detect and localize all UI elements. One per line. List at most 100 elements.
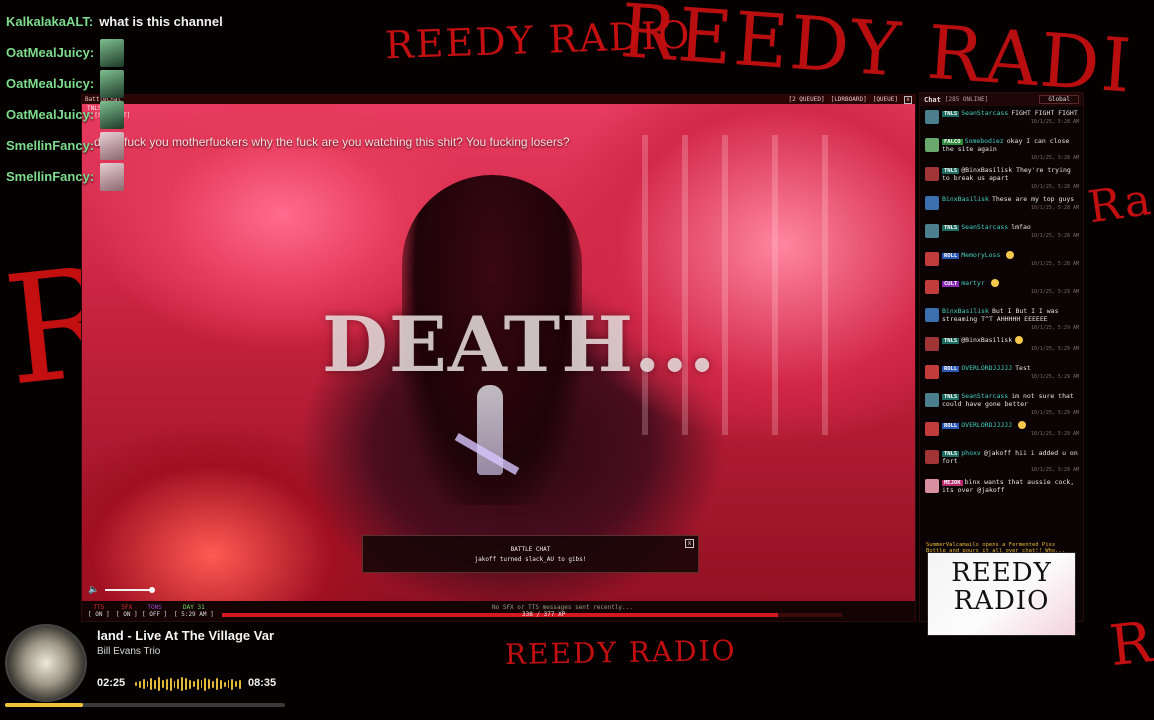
overlay-chat-user: OatMealJuicy:	[6, 76, 95, 91]
chat-message: BinxBasilisk But I But I I was streaming …	[920, 304, 1083, 333]
day-indicator: DAY 31 [ 5:29 AM ]	[174, 604, 214, 618]
chat-username[interactable]: OVERLORDJJJJJ	[961, 364, 1012, 372]
chat-username[interactable]: martyr	[961, 279, 984, 287]
volume-knob[interactable]	[149, 587, 156, 593]
overlay-chat: KalkalakaALT: what is this channel OatMeal…	[6, 6, 306, 192]
user-badge: ROLL	[942, 366, 960, 372]
waveform-bar	[200, 680, 203, 688]
avatar[interactable]	[925, 138, 939, 152]
tons-state: [ OFF ]	[142, 611, 168, 618]
avatar[interactable]	[925, 110, 939, 124]
queue-button[interactable]: [QUEUE]	[873, 96, 898, 103]
chat-message: TNLS SeanStarcass im not sure that could h…	[920, 389, 1083, 418]
waveform-bar	[135, 682, 137, 686]
overlay-chat-message: what is this channel	[99, 14, 223, 29]
chat-timestamp: 10/1/25, 5:29 AM	[1030, 467, 1079, 473]
channel-select[interactable]: Global	[1039, 95, 1079, 104]
user-badge: ROLL	[942, 423, 960, 429]
chat-timestamp: 10/1/25, 5:29 AM	[1030, 325, 1079, 331]
avatar[interactable]	[925, 280, 939, 294]
overlay-chat-row: OatMealJuicy:	[6, 68, 306, 99]
chat-header: Chat [285 ONLINE] Global	[920, 93, 1083, 106]
current-time: 02:25	[97, 677, 126, 689]
avatar[interactable]	[925, 252, 939, 266]
avatar[interactable]	[925, 308, 939, 322]
sfx-label: SFX	[121, 604, 133, 611]
chat-message: ROLL OVERLORDJJJJJ Test 10/1/25, 5:29 AM	[920, 361, 1083, 389]
chat-timestamp: 10/1/25, 5:29 AM	[1030, 289, 1079, 295]
chat-username[interactable]: SeanStarcass	[961, 223, 1008, 231]
avatar[interactable]	[925, 167, 939, 181]
chat-message: TNLS @BinxBasilisk They're trying to brea…	[920, 163, 1083, 192]
volume-control[interactable]: 🔈	[88, 585, 156, 595]
chat-message: ROLL MemoryLoss 10/1/25, 5:28 AM	[920, 248, 1083, 276]
emote-icon	[100, 100, 125, 129]
close-icon[interactable]: x	[904, 95, 912, 104]
avatar[interactable]	[925, 479, 939, 493]
reedy-radio-logo: REEDY RADIO	[927, 552, 1076, 636]
track-progress-bar[interactable]	[5, 703, 285, 707]
logo-line: RADIO	[953, 586, 1050, 616]
chat-username[interactable]: phoxv	[961, 449, 981, 457]
waveform-bar	[154, 679, 157, 689]
sfx-toggle[interactable]: SFX [ ON ]	[116, 604, 138, 618]
chat-username[interactable]: SeanStarcass	[961, 109, 1008, 117]
waveform-bar	[212, 680, 215, 688]
tts-toggle[interactable]: TTS [ ON ]	[88, 604, 110, 618]
waveform-bar	[158, 677, 161, 691]
emoji-icon	[1015, 336, 1024, 344]
waveform-bar	[216, 678, 218, 690]
waveform-bar	[192, 681, 195, 687]
sfx-state: [ ON ]	[116, 611, 138, 618]
chat-username[interactable]: SeanStarcass	[961, 392, 1008, 400]
chat-timestamp: 10/1/25, 5:28 AM	[1030, 205, 1079, 211]
waveform-bar	[231, 678, 234, 690]
toast-close-icon[interactable]: x	[685, 539, 694, 548]
curtain-stripe	[772, 135, 778, 435]
tons-toggle[interactable]: TONS [ OFF ]	[142, 604, 167, 618]
chat-username[interactable]: BinxBasilisk	[942, 307, 989, 315]
battle-chat-toast: BATTLE CHAT jakoff turned slack_AU to gi…	[362, 535, 699, 573]
chat-message: TNLS @BinxBasilisk 10/1/25, 5:29 AM	[920, 333, 1083, 361]
chat-timestamp: 10/1/25, 5:29 AM	[1030, 374, 1079, 380]
now-playing-widget: land - Live At The Village Var Bill Evan…	[0, 620, 285, 720]
leaderboard-button[interactable]: [LDRBOARD]	[831, 96, 867, 103]
waveform-bar	[185, 678, 188, 690]
avatar[interactable]	[925, 422, 939, 436]
chat-message: FALCO Somebodiez okay I can close the site…	[920, 134, 1083, 163]
tts-state: [ ON ]	[88, 611, 110, 618]
overlay-chat-user: KalkalakaALT:	[6, 14, 94, 29]
chat-message-list[interactable]: TNLS SeanStarcass FIGHT FIGHT FIGHT 10/1/25…	[920, 106, 1083, 503]
chat-text: @BinxBasilisk	[961, 336, 1013, 344]
speaker-icon[interactable]: 🔈	[88, 585, 99, 595]
waveform-bar	[189, 679, 191, 689]
avatar[interactable]	[925, 337, 939, 351]
waveform-bar	[138, 680, 141, 688]
chat-username[interactable]: BinxBasilisk	[942, 195, 989, 203]
overlay-chat-row: SmellinFancy:	[6, 130, 306, 161]
avatar[interactable]	[925, 450, 939, 464]
overlay-chat-user: SmellinFancy:	[6, 169, 95, 184]
avatar[interactable]	[925, 393, 939, 407]
day-label: DAY 31	[183, 604, 205, 611]
chat-timestamp: 10/1/25, 5:29 AM	[1030, 346, 1079, 352]
chat-text: @BinxBasilisk They're trying to break us…	[942, 166, 1071, 182]
avatar[interactable]	[925, 224, 939, 238]
overlay-chat-row: SmellinFancy:	[6, 161, 306, 192]
volume-slider[interactable]	[105, 587, 156, 593]
chat-username[interactable]: OVERLORDJJJJJ	[961, 421, 1012, 429]
emote-icon	[100, 38, 125, 67]
chat-username[interactable]: Somebodiez	[965, 137, 1004, 145]
chat-text: lmfao	[1011, 223, 1031, 231]
bg-scrawl-reedy-radio-bottom: REEDY RADIO	[504, 633, 737, 672]
track-title: land - Live At The Village Var	[97, 628, 274, 643]
total-time: 08:35	[248, 677, 277, 689]
chat-text: FIGHT FIGHT FIGHT	[1011, 109, 1078, 117]
chat-username[interactable]: MemoryLoss	[961, 251, 1000, 259]
emote-icon	[100, 131, 125, 160]
avatar[interactable]	[925, 365, 939, 379]
avatar[interactable]	[925, 196, 939, 210]
chat-message: TNLS SeanStarcass lmfao 10/1/25, 5:28 AM	[920, 220, 1083, 248]
chat-timestamp: 10/1/25, 5:28 AM	[1030, 184, 1079, 190]
xp-progress-fill	[222, 613, 778, 617]
